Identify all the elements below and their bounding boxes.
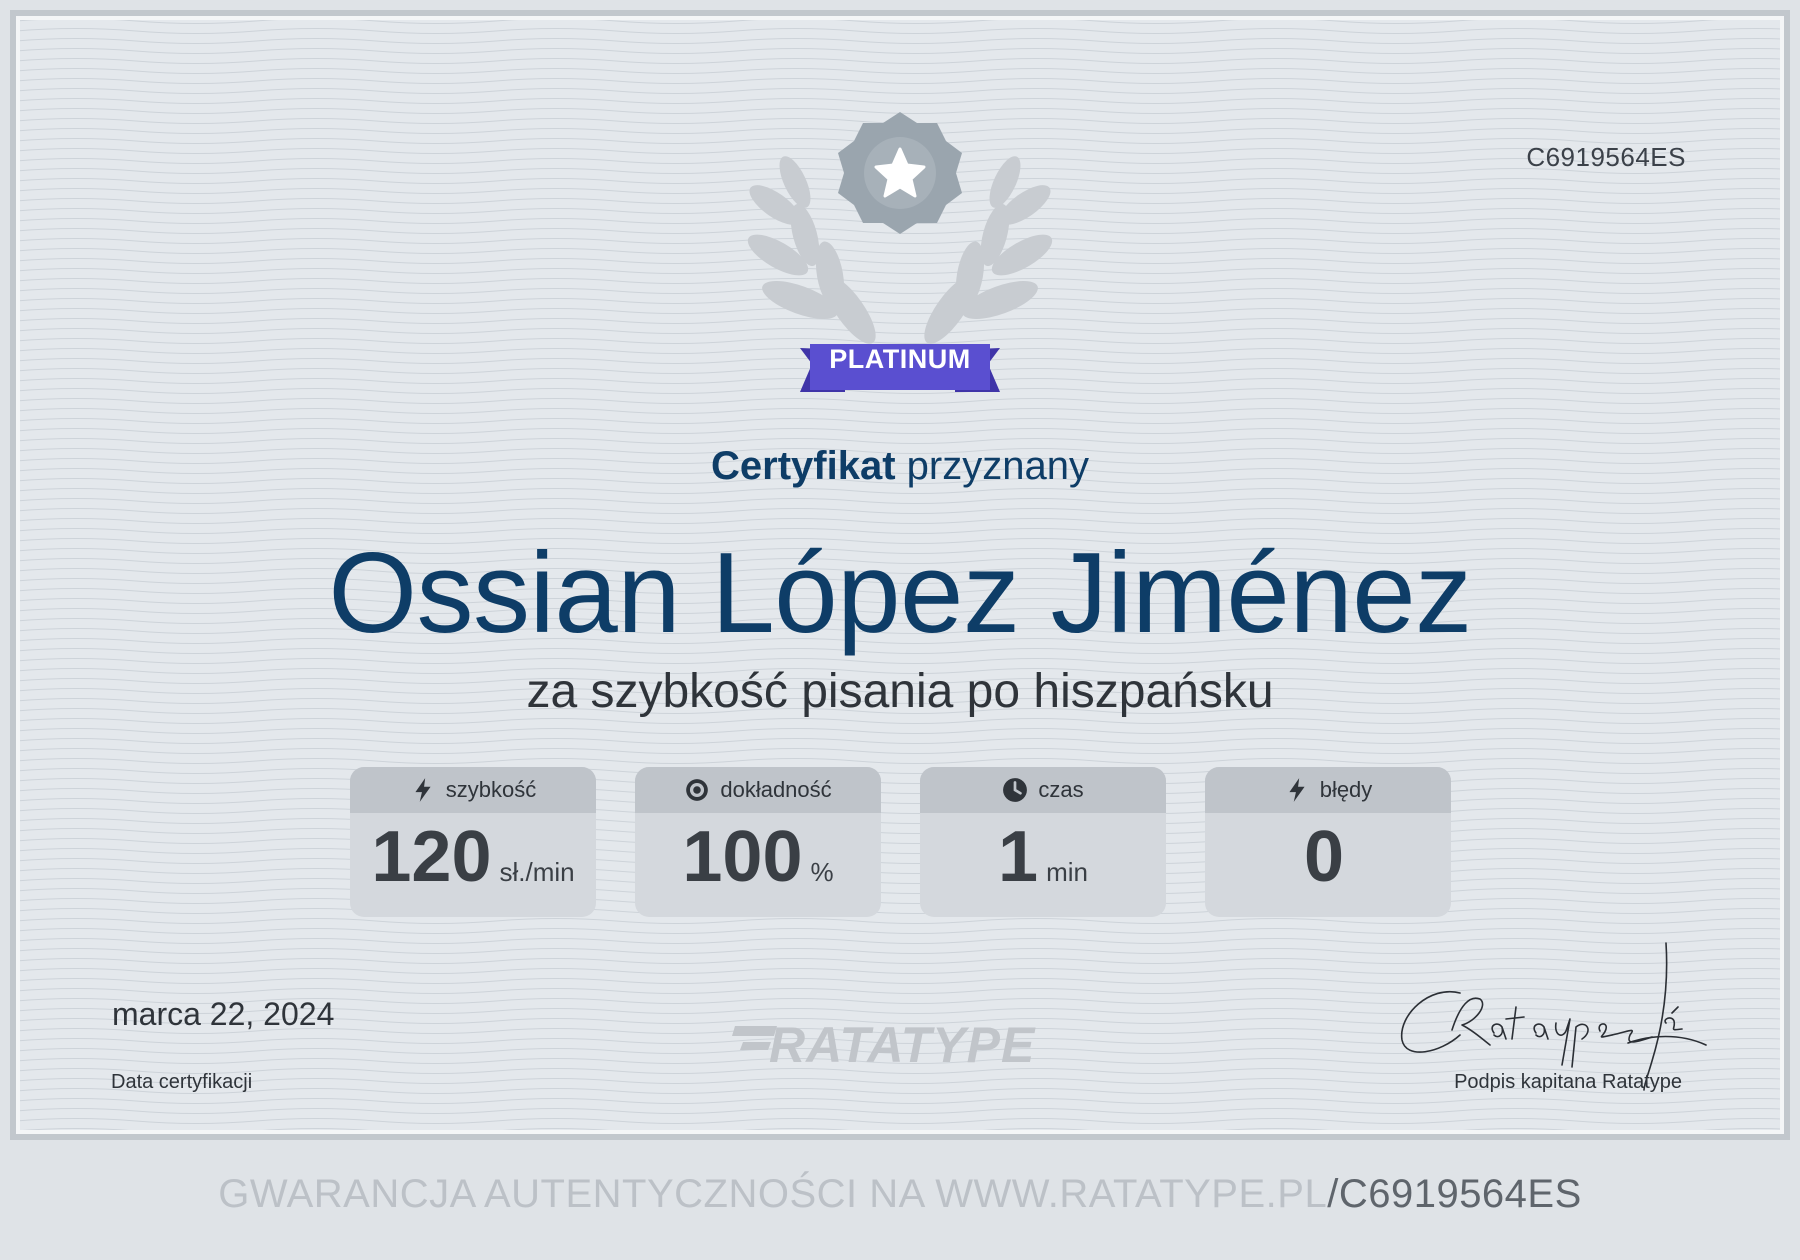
- authenticity-text: GWARANCJA AUTENTYCZNOŚCI NA WWW.RATATYPE…: [218, 1172, 1328, 1216]
- certification-date-label: Data certyfikacji: [111, 1071, 253, 1093]
- stat-card-errors: błędy 0: [1205, 767, 1451, 917]
- heading-rest: przyznany: [906, 444, 1089, 488]
- stat-value: 100: [682, 817, 803, 897]
- stat-card-accuracy: dokładność 100 %: [635, 767, 881, 917]
- platinum-badge-label: PLATINUM: [829, 344, 971, 374]
- ratatype-logo: RATATYPE: [725, 1016, 1035, 1074]
- recipient-name: Ossian López Jiménez: [328, 530, 1472, 657]
- authenticity-link[interactable]: /C6919564ES: [1327, 1172, 1582, 1216]
- stat-body: 120 sł./min: [350, 813, 596, 917]
- stat-label: błędy: [1319, 777, 1373, 802]
- stat-header: błędy: [1205, 767, 1451, 813]
- heading-strong: Certyfikat: [711, 444, 896, 488]
- stat-card-speed: szybkość 120 sł./min: [350, 767, 596, 917]
- stat-body: 1 min: [920, 813, 1166, 917]
- stat-value: 0: [1303, 817, 1345, 897]
- platinum-emblem: PLATINUM: [700, 100, 1100, 400]
- lightning-icon: [1289, 778, 1305, 802]
- certificate-id: C6919564ES: [1526, 142, 1686, 172]
- stat-label: czas: [1038, 777, 1084, 802]
- stat-value: 120: [371, 817, 492, 897]
- signature-label: Podpis kapitana Ratatype: [1454, 1071, 1682, 1093]
- certificate-subtitle: za szybkość pisania po hiszpańsku: [526, 665, 1274, 718]
- certification-date: marca 22, 2024: [112, 996, 335, 1032]
- stat-label: szybkość: [445, 777, 537, 802]
- stat-header: szybkość: [350, 767, 596, 813]
- stat-value: 1: [998, 817, 1039, 897]
- stat-header: czas: [920, 767, 1166, 813]
- logo-mark-icon: [732, 1026, 777, 1050]
- stat-header: dokładność: [635, 767, 881, 813]
- stat-unit: %: [810, 857, 834, 887]
- lightning-icon: [415, 778, 431, 802]
- stat-label: dokładność: [720, 777, 832, 802]
- stat-unit: sł./min: [499, 857, 575, 887]
- certificate-heading: Certyfikat przyznany: [0, 444, 1800, 489]
- target-icon: [686, 779, 709, 801]
- stat-body: 100 %: [635, 813, 881, 917]
- stat-body: 0: [1205, 813, 1451, 917]
- authenticity-footer: GWARANCJA AUTENTYCZNOŚCI NA WWW.RATATYPE…: [0, 1172, 1800, 1217]
- clock-icon: [1003, 778, 1028, 802]
- stat-unit: min: [1046, 857, 1088, 887]
- stat-card-time: czas 1 min: [920, 767, 1166, 917]
